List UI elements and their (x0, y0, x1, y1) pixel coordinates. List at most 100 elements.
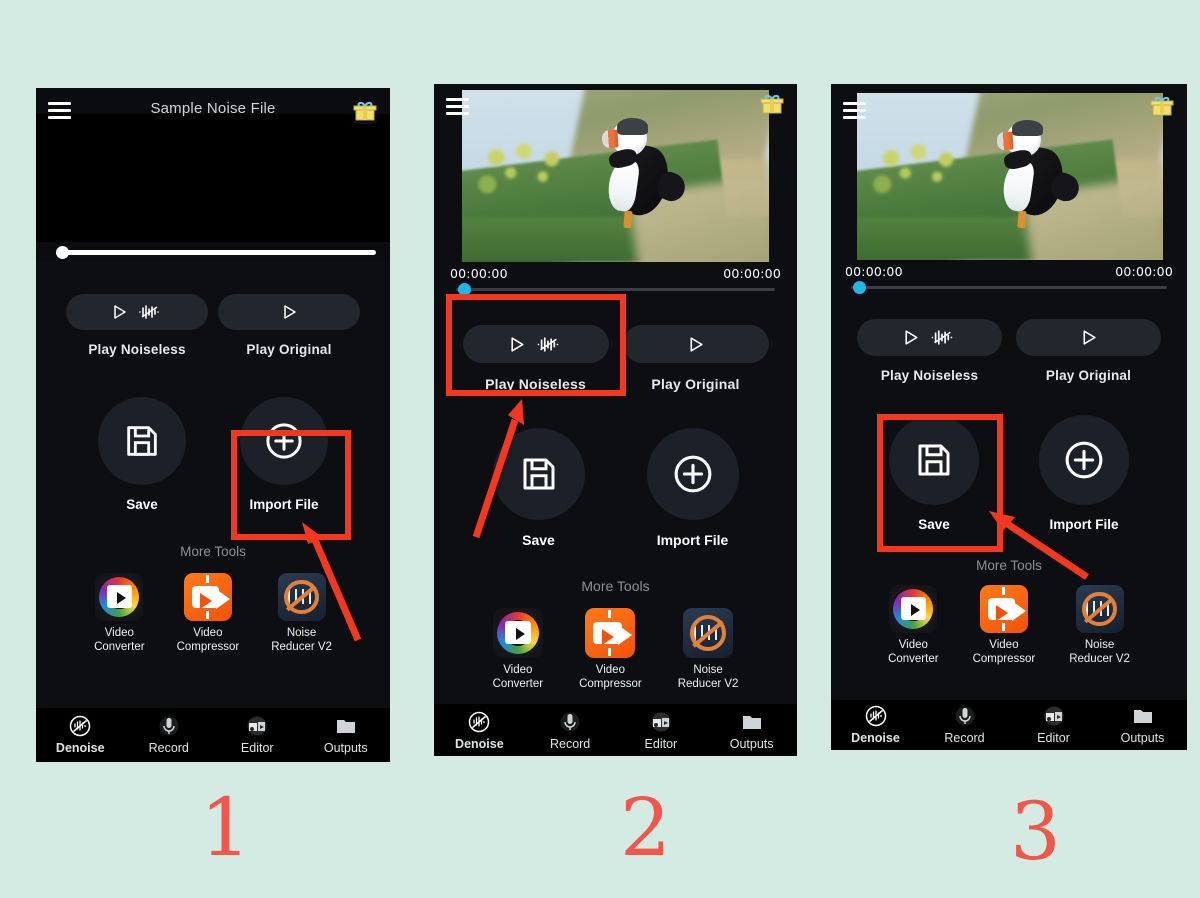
seek-track (456, 288, 775, 291)
tool-video-converter[interactable]: Video Converter (493, 608, 543, 691)
tool-video-compressor[interactable]: Video Compressor (579, 608, 642, 691)
import-file-button[interactable] (1039, 415, 1129, 505)
nav-label-record: Record (148, 741, 189, 755)
tool-label-line2: Converter (94, 640, 145, 653)
video-stage-empty[interactable] (36, 114, 390, 242)
more-tools-row: Video Converter Video Compressor Noise R… (434, 608, 797, 691)
annotation-arrow-2 (472, 399, 524, 539)
step-number-3: 3 (1010, 785, 1061, 878)
editor-icon (1044, 706, 1063, 726)
denoise-icon (469, 711, 490, 733)
gift-box-icon[interactable] (350, 97, 380, 127)
tool-video-converter[interactable]: Video Converter (94, 573, 145, 654)
play-original-button[interactable] (218, 294, 360, 330)
video-thumbnail[interactable] (857, 93, 1163, 260)
noise-wave-icon (139, 305, 159, 319)
denoise-icon (70, 715, 91, 737)
save-button[interactable] (98, 397, 186, 485)
noise-reducer-icon (1075, 585, 1124, 633)
tool-label-line1: Video (193, 627, 223, 639)
tool-label-line1: Video (595, 664, 625, 676)
tool-video-compressor[interactable]: Video Compressor (176, 573, 240, 654)
gift-box-icon[interactable] (757, 90, 787, 120)
nav-item-editor[interactable]: Editor (1009, 704, 1098, 750)
annotation-arrow-3 (989, 511, 1089, 580)
total-time: 00:00:00 (1115, 264, 1173, 279)
nav-label-denoise: Denoise (851, 731, 900, 745)
highlight-box-play-noiseless (446, 294, 626, 396)
play-noiseless-label: Play Noiseless (88, 342, 186, 357)
play-original-button[interactable] (1016, 319, 1161, 356)
play-noiseless-label: Play Noiseless (880, 368, 979, 383)
nav-label-outputs: Outputs (729, 737, 774, 751)
video-title: Sample Noise File (150, 100, 276, 117)
tool-label-line2: Compressor (176, 640, 240, 653)
step-number-1: 1 (200, 781, 251, 874)
thumb-puffin-bird (996, 119, 1083, 228)
save-cell: Save (98, 397, 186, 512)
tool-label-line2: Reducer V2 (1069, 652, 1130, 665)
playback-seek-bar[interactable] (831, 279, 1187, 297)
play-original-label: Play Original (651, 376, 740, 392)
microphone-icon (955, 706, 974, 726)
tool-label-line2: Compressor (972, 652, 1036, 665)
nav-label-editor: Editor (644, 737, 678, 751)
tool-video-compressor[interactable]: Video Compressor (972, 585, 1036, 666)
nav-item-editor[interactable]: Editor (213, 714, 302, 762)
hamburger-menu-icon[interactable] (843, 102, 866, 119)
nav-label-outputs: Outputs (1120, 731, 1165, 745)
video-compressor-icon (183, 573, 232, 621)
play-original-cell: Play Original (1016, 319, 1161, 383)
editor-icon (651, 712, 671, 732)
screenshot-stage: Sample Noise File Play Noiseless Play Or… (0, 0, 1200, 898)
microphone-icon (159, 716, 179, 736)
more-tools-heading: More Tools (581, 578, 650, 594)
tool-label-line1: Video (503, 664, 533, 676)
nav-item-denoise[interactable]: Denoise (831, 704, 920, 750)
nav-item-outputs[interactable]: Outputs (1098, 704, 1187, 750)
import-file-button[interactable] (646, 428, 739, 520)
thumb-yellow-flowers (474, 141, 585, 219)
nav-label-denoise: Denoise (455, 737, 504, 751)
nav-item-denoise[interactable]: Denoise (36, 714, 125, 762)
play-noiseless-button[interactable] (857, 319, 1002, 356)
nav-label-record: Record (944, 731, 985, 745)
video-compressor-icon (979, 585, 1028, 633)
play-original-button[interactable] (622, 325, 769, 363)
bottom-navigation: Denoise Record Editor Outputs (831, 700, 1187, 750)
nav-label-denoise: Denoise (55, 741, 105, 755)
nav-item-record[interactable]: Record (920, 704, 1009, 750)
folder-icon (336, 720, 355, 733)
seek-knob[interactable] (853, 281, 866, 294)
nav-item-record[interactable]: Record (125, 714, 214, 762)
tool-label-line1: Video (898, 639, 928, 651)
playback-seek-bar[interactable] (36, 242, 390, 262)
bottom-navigation: Denoise Record Editor Outputs (36, 708, 390, 762)
nav-item-denoise[interactable]: Denoise (434, 710, 525, 756)
tool-video-converter[interactable]: Video Converter (888, 585, 939, 666)
nav-item-outputs[interactable]: Outputs (706, 710, 797, 756)
timeline-times: 00:00:00 00:00:00 (831, 260, 1187, 279)
play-noiseless-button[interactable] (66, 294, 208, 330)
step-number-2: 2 (620, 781, 671, 874)
gift-box-icon[interactable] (1147, 92, 1177, 122)
video-thumbnail[interactable] (462, 90, 769, 262)
hamburger-menu-icon[interactable] (446, 98, 469, 115)
nav-item-editor[interactable]: Editor (616, 710, 707, 756)
play-original-label: Play Original (246, 342, 332, 357)
tool-noise-reducer[interactable]: Noise Reducer V2 (1069, 585, 1130, 666)
hamburger-menu-icon[interactable] (48, 102, 71, 119)
video-converter-icon (95, 573, 144, 621)
save-floppy-icon (127, 426, 157, 456)
bottom-navigation: Denoise Record Editor Outputs (434, 704, 797, 756)
tool-noise-reducer[interactable]: Noise Reducer V2 (677, 608, 739, 691)
video-converter-icon (889, 585, 938, 633)
nav-item-record[interactable]: Record (525, 710, 616, 756)
denoise-icon (865, 705, 886, 727)
nav-item-outputs[interactable]: Outputs (302, 714, 391, 762)
tool-label-line2: Reducer V2 (677, 677, 739, 690)
editor-icon (247, 716, 267, 736)
seek-knob[interactable] (56, 245, 69, 259)
tool-label-line1: Noise (1084, 639, 1115, 651)
plus-circle-icon (1065, 441, 1103, 479)
